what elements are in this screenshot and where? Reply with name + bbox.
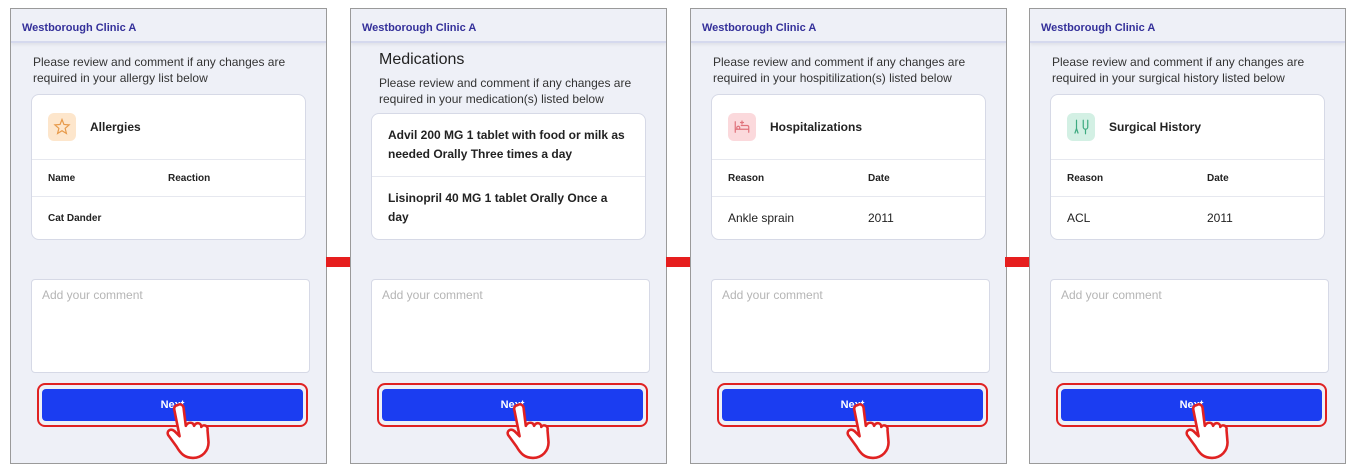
surgery-date: 2011 — [1207, 211, 1233, 225]
column-header-reason: Reason — [728, 172, 765, 184]
comment-placeholder: Add your comment — [1061, 288, 1162, 302]
column-header-date: Date — [868, 172, 890, 184]
instructions: Please review and comment if any changes… — [1052, 55, 1305, 85]
screen-allergies: Westborough Clinic A Please review and c… — [10, 8, 327, 464]
card-title: Hospitalizations — [770, 120, 863, 134]
column-header-reason: Reason — [1067, 172, 1104, 184]
table-header: Reason Date — [712, 160, 985, 197]
comment-input[interactable]: Add your comment — [711, 279, 990, 373]
column-header-name: Name — [48, 172, 76, 184]
clinic-name: Westborough Clinic A — [362, 22, 477, 34]
table-row: Cat Dander — [32, 197, 305, 239]
hospital-bed-icon — [728, 113, 756, 141]
hospitalization-reason: Ankle sprain — [728, 211, 795, 225]
allergy-name: Cat Dander — [48, 212, 102, 224]
surgery-icon — [1067, 113, 1095, 141]
comment-placeholder: Add your comment — [42, 288, 143, 302]
comment-placeholder: Add your comment — [722, 288, 823, 302]
hospitalization-date: 2011 — [868, 211, 894, 225]
instructions: Please review and comment if any changes… — [33, 55, 286, 85]
app-header: Westborough Clinic A — [11, 9, 326, 43]
surgical-history-card: Surgical History Reason Date ACL 2011 — [1050, 94, 1325, 240]
card-title: Allergies — [90, 120, 141, 134]
app-header: Westborough Clinic A — [1030, 9, 1345, 43]
comment-input[interactable]: Add your comment — [1050, 279, 1329, 373]
screen-hospitalizations: Westborough Clinic A Please review and c… — [690, 8, 1007, 464]
screen-medications: Westborough Clinic A Medications Please … — [350, 8, 667, 464]
card-title: Surgical History — [1109, 120, 1202, 134]
table-row: ACL 2011 — [1051, 197, 1324, 239]
tap-hand-icon — [506, 403, 550, 460]
screen-surgical-history: Westborough Clinic A Please review and c… — [1029, 8, 1346, 464]
instructions: Please review and comment if any changes… — [379, 76, 632, 106]
table-header: Name Reaction — [32, 160, 305, 197]
comment-placeholder: Add your comment — [382, 288, 483, 302]
table-header: Reason Date — [1051, 160, 1324, 197]
clinic-name: Westborough Clinic A — [22, 22, 137, 34]
clinic-name: Westborough Clinic A — [702, 22, 817, 34]
app-header: Westborough Clinic A — [691, 9, 1006, 43]
instructions: Please review and comment if any changes… — [713, 55, 966, 85]
comment-input[interactable]: Add your comment — [31, 279, 310, 373]
allergies-card: Allergies Name Reaction Cat Dander — [31, 94, 306, 240]
table-row: Ankle sprain 2011 — [712, 197, 985, 239]
star-icon — [48, 113, 76, 141]
tap-hand-icon — [166, 403, 210, 460]
tap-hand-icon — [846, 403, 890, 460]
medications-card: Advil 200 MG 1 tablet with food or milk … — [371, 113, 646, 240]
surgery-reason: ACL — [1067, 211, 1091, 225]
list-item: Advil 200 MG 1 tablet with food or milk … — [388, 128, 625, 161]
page-title: Medications — [379, 51, 465, 68]
tap-hand-icon — [1185, 403, 1229, 460]
list-item: Lisinopril 40 MG 1 tablet Orally Once a … — [372, 176, 645, 239]
column-header-reaction: Reaction — [168, 172, 211, 184]
comment-input[interactable]: Add your comment — [371, 279, 650, 373]
hospitalizations-card: Hospitalizations Reason Date Ankle sprai… — [711, 94, 986, 240]
clinic-name: Westborough Clinic A — [1041, 22, 1156, 34]
app-header: Westborough Clinic A — [351, 9, 666, 43]
column-header-date: Date — [1207, 172, 1229, 184]
